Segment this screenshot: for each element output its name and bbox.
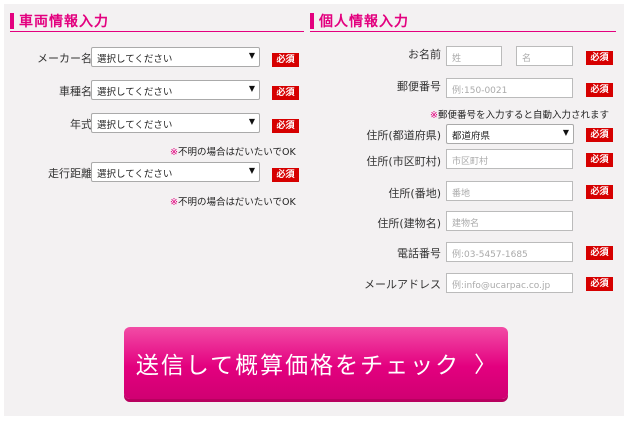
note-mark: ※ (170, 197, 178, 208)
zip-label: 郵便番号 (397, 80, 441, 93)
model-select[interactable]: 選択してください ▼ (91, 80, 260, 100)
street-label: 住所(番地) (388, 187, 441, 200)
prefecture-select-value: 都道府県 (452, 131, 491, 142)
chevron-down-icon: ▼ (248, 166, 255, 175)
chevron-down-icon: ▼ (248, 117, 255, 126)
mileage-note: ※不明の場合はだいたいでOK (170, 194, 296, 208)
required-badge: 必須 (586, 128, 613, 142)
submit-button[interactable]: 送信して概算価格をチェック 〉 (124, 327, 508, 399)
street-input[interactable]: 番地 (446, 181, 573, 201)
building-input[interactable]: 建物名 (446, 211, 573, 231)
mileage-select[interactable]: 選択してください ▼ (91, 162, 260, 182)
note-mark: ※ (430, 110, 438, 121)
mileage-select-value: 選択してください (97, 169, 173, 180)
required-badge: 必須 (586, 51, 613, 65)
city-label: 住所(市区町村) (366, 155, 441, 168)
required-badge: 必須 (272, 86, 299, 100)
zip-note: ※郵便番号を入力すると自動入力されます (430, 107, 609, 121)
note-text: 郵便番号を入力すると自動入力されます (437, 110, 609, 121)
note-text: 不明の場合はだいたいでOK (177, 197, 296, 208)
required-badge: 必須 (272, 119, 299, 133)
email-input[interactable]: 例:info@ucarpac.co.jp (446, 273, 573, 293)
required-badge: 必須 (586, 185, 613, 199)
year-select[interactable]: 選択してください ▼ (91, 113, 260, 133)
required-badge: 必須 (586, 277, 613, 291)
chevron-down-icon: ▼ (562, 128, 569, 137)
title-accent-bar (10, 12, 14, 29)
email-label: メールアドレス (364, 278, 441, 291)
maker-select-value: 選択してください (97, 54, 173, 65)
submit-label: 送信して概算価格をチェック (135, 353, 461, 379)
prefecture-select[interactable]: 都道府県 ▼ (446, 124, 574, 144)
chevron-down-icon: ▼ (248, 84, 255, 93)
first-name-input[interactable]: 名 (516, 46, 573, 66)
mileage-label: 走行距離 (48, 167, 92, 180)
note-text: 不明の場合はだいたいでOK (177, 147, 296, 158)
required-badge: 必須 (272, 53, 299, 67)
year-note: ※不明の場合はだいたいでOK (170, 144, 296, 158)
required-badge: 必須 (586, 153, 613, 167)
model-select-value: 選択してください (97, 87, 173, 98)
model-label: 車種名 (59, 85, 92, 98)
maker-label: メーカー名 (37, 52, 92, 65)
title-accent-bar (310, 12, 314, 29)
maker-select[interactable]: 選択してください ▼ (91, 47, 260, 67)
required-badge: 必須 (272, 168, 299, 182)
last-name-input[interactable]: 姓 (446, 46, 502, 66)
building-label: 住所(建物名) (377, 217, 441, 230)
required-badge: 必須 (586, 83, 613, 97)
vehicle-section-title: 車両情報入力 (10, 10, 304, 32)
zip-input[interactable]: 例:150-0021 (446, 78, 573, 98)
year-select-value: 選択してください (97, 120, 173, 131)
vehicle-title-text: 車両情報入力 (19, 13, 109, 30)
prefecture-label: 住所(都道府県) (366, 129, 441, 142)
year-label: 年式 (70, 118, 92, 131)
phone-label: 電話番号 (397, 247, 441, 260)
phone-input[interactable]: 例:03-5457-1685 (446, 242, 573, 262)
name-label: お名前 (408, 48, 441, 61)
form-panel: 車両情報入力 メーカー名 選択してください ▼ 必須 車種名 選択してください … (4, 4, 624, 416)
personal-title-text: 個人情報入力 (319, 13, 409, 30)
note-mark: ※ (170, 147, 178, 158)
chevron-down-icon: ▼ (248, 51, 255, 60)
city-input[interactable]: 市区町村 (446, 149, 573, 169)
chevron-right-icon: 〉 (474, 353, 497, 378)
personal-section-title: 個人情報入力 (310, 10, 616, 32)
required-badge: 必須 (586, 246, 613, 260)
